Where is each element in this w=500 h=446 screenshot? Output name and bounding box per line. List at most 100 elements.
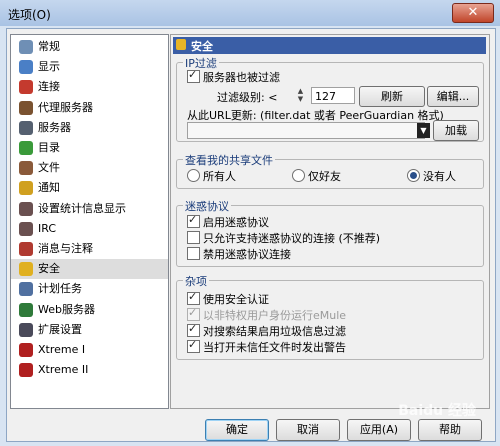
shared-files-title: 查看我的共享文件	[183, 152, 275, 168]
ip-filter-group: IP过滤 服务器也被过滤 过滤级别: < 127 ▲▼ 刷新 编辑... 从此U…	[176, 55, 484, 142]
misc-group: 杂项 使用安全认证 以非特权用户身份运行eMule 对搜索结果启用垃圾信息过滤 …	[176, 273, 484, 360]
stats-icon	[19, 201, 33, 216]
secure-ident-checkbox[interactable]	[187, 290, 200, 305]
nav-item-label: 安全	[38, 262, 60, 276]
apply-button[interactable]: 应用(A)	[347, 419, 411, 441]
obfuscation-enable-checkbox[interactable]	[187, 213, 200, 228]
nav-item-label: 扩展设置	[38, 322, 82, 336]
radio-friends[interactable]	[292, 169, 305, 182]
unprivileged-user-label: 以非特权用户身份运行eMule	[203, 309, 347, 322]
xtreme-icon	[19, 343, 33, 357]
messages-icon	[19, 242, 33, 256]
nav-item[interactable]: Xtreme II	[11, 360, 168, 380]
close-button[interactable]: ✕	[452, 3, 494, 23]
radio-everyone-label: 所有人	[203, 170, 236, 183]
help-button[interactable]: 帮助	[418, 419, 482, 441]
radio-friends-label: 仅好友	[308, 170, 341, 183]
schedule-icon	[19, 282, 33, 297]
obfuscation-disable-label: 禁用迷惑协议连接	[203, 248, 291, 261]
spam-filter-label: 对搜索结果启用垃圾信息过滤	[203, 325, 346, 338]
general-icon	[19, 40, 33, 54]
nav-item-label: 服务器	[38, 120, 71, 134]
options-window: 选项(O) ✕ 常规显示连接代理服务器服务器目录文件通知设置统计信息显示 IRC 消…	[0, 0, 500, 446]
radio-nobody-label: 没有人	[423, 170, 456, 183]
secure-ident-label: 使用安全认证	[203, 293, 269, 306]
url-update-label: 从此URL更新: (filter.dat 或者 PeerGuardian 格式)	[187, 109, 444, 122]
cancel-button[interactable]: 取消	[276, 419, 340, 441]
obfuscation-enable-label: 启用迷惑协议	[203, 216, 269, 229]
nav-item[interactable]: IRC	[11, 219, 168, 239]
filter-level-spinner[interactable]: ▲ ▼	[296, 87, 305, 104]
shared-files-group: 查看我的共享文件 所有人 仅好友 没有人	[176, 152, 484, 189]
nav-item[interactable]: 目录	[11, 138, 168, 158]
nav-item[interactable]: Xtreme I	[11, 340, 168, 360]
nav-item-label: IRC	[38, 221, 57, 235]
url-input[interactable]	[187, 122, 425, 139]
nav-item[interactable]: 显示	[11, 57, 168, 77]
watermark: Baidu 经验	[398, 403, 476, 419]
unprivileged-user-checkbox	[187, 306, 200, 321]
untrusted-warning-checkbox[interactable]	[187, 338, 200, 353]
lock-icon	[19, 262, 33, 277]
nav-item[interactable]: 计划任务	[11, 279, 168, 299]
nav-item[interactable]: 扩展设置	[11, 320, 168, 340]
nav-item-label: 常规	[38, 40, 60, 53]
nav-item-label: 代理服务器	[38, 100, 93, 114]
nav-item-label: 显示	[38, 60, 60, 74]
irc-icon	[19, 221, 33, 236]
category-list[interactable]: 常规显示连接代理服务器服务器目录文件通知设置统计信息显示 IRC 消息与注释安全计划…	[10, 34, 169, 409]
nav-item-label: Web服务器	[38, 302, 95, 316]
server-icon	[19, 120, 33, 135]
url-dropdown-button[interactable]: ▼	[417, 123, 430, 138]
nav-item[interactable]: 代理服务器	[11, 98, 168, 118]
display-icon	[19, 60, 33, 75]
radio-everyone[interactable]	[187, 169, 200, 182]
obfuscation-only-label: 只允许支持迷惑协议的连接 (不推荐)	[203, 232, 381, 245]
lock-icon	[176, 39, 186, 50]
security-panel: 安全 IP过滤 服务器也被过滤 过滤级别: < 127 ▲▼ 刷新 编辑... …	[170, 34, 490, 409]
file-icon	[19, 161, 33, 176]
obfuscation-only-checkbox[interactable]	[187, 231, 200, 244]
nav-item-label: 设置统计信息显示	[38, 201, 126, 215]
nav-item-label: 通知	[38, 181, 60, 195]
spam-filter-checkbox[interactable]	[187, 322, 200, 337]
nav-item[interactable]: 服务器	[11, 118, 168, 138]
nav-item[interactable]: 常规	[11, 37, 168, 57]
nav-item-label: 计划任务	[38, 282, 82, 296]
obfuscation-disable-checkbox[interactable]	[187, 247, 200, 260]
nav-item[interactable]: 文件	[11, 158, 168, 178]
refresh-button[interactable]: 刷新	[359, 86, 425, 107]
nav-item-label: 连接	[38, 80, 60, 94]
nav-item[interactable]: 设置统计信息显示	[11, 199, 168, 219]
nav-item-label: Xtreme I	[38, 343, 86, 356]
directory-icon	[19, 141, 33, 155]
xtreme-icon	[19, 363, 33, 378]
edit-button[interactable]: 编辑...	[427, 86, 479, 107]
extended-icon	[19, 322, 33, 337]
panel-header: 安全	[173, 37, 486, 54]
panel-title: 安全	[191, 40, 213, 53]
nav-item-label: 目录	[38, 141, 60, 154]
nav-item-label: 消息与注释	[38, 242, 93, 255]
misc-title: 杂项	[183, 273, 209, 289]
nav-item[interactable]: 安全	[11, 259, 168, 280]
filter-level-input[interactable]: 127	[311, 87, 355, 104]
radio-nobody[interactable]	[407, 169, 420, 182]
notify-icon	[19, 181, 33, 196]
ok-button[interactable]: 确定	[205, 419, 269, 441]
nav-item[interactable]: 连接	[11, 77, 168, 97]
server-filter-checkbox[interactable]	[187, 68, 200, 83]
server-filter-label: 服务器也被过滤	[203, 71, 280, 84]
load-button[interactable]: 加载	[433, 120, 479, 141]
dialog-body: 常规 显示 连接 代理服务器 服务器 目录 文件 通知 设置统计信息显示 IRC 消息与注释 安全 计划…	[6, 28, 496, 442]
title-bar: 选项(O) ✕	[0, 0, 500, 26]
obfuscation-title: 迷惑协议	[183, 198, 231, 214]
untrusted-warning-label: 当打开未信任文件时发出警告	[203, 341, 346, 354]
window-title: 选项(O)	[8, 8, 51, 22]
nav-item[interactable]: 通知	[11, 178, 168, 198]
webserver-icon	[19, 302, 33, 317]
nav-item[interactable]: 消息与注释	[11, 239, 168, 259]
filter-level-label: 过滤级别: <	[217, 91, 278, 104]
nav-item-label: 文件	[38, 161, 60, 175]
nav-item[interactable]: Web服务器	[11, 300, 168, 320]
